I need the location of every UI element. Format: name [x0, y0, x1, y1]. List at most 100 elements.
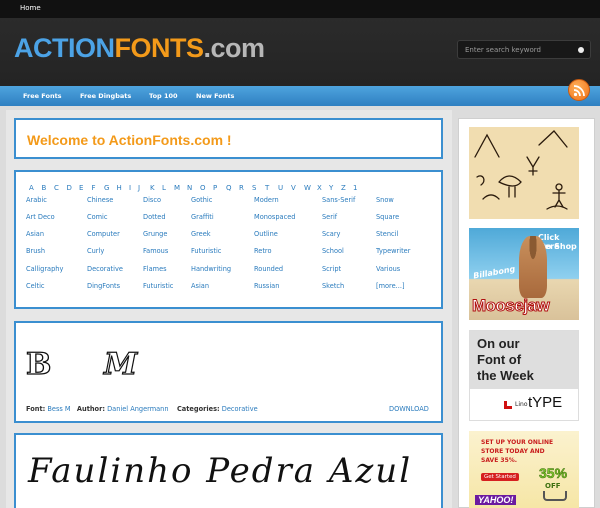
category-link[interactable]: Decorative — [87, 265, 123, 273]
category-link[interactable]: Monospaced — [254, 213, 295, 221]
font-preview-image[interactable]: Faulinho Pedra Azul — [28, 449, 438, 493]
letter-link[interactable]: Z — [341, 184, 346, 192]
category-link[interactable]: Outline — [254, 230, 278, 238]
category-link[interactable]: Grunge — [143, 230, 167, 238]
letter-link[interactable]: B — [42, 184, 47, 192]
category-link[interactable]: Arabic — [26, 196, 47, 204]
letter-link[interactable]: N — [187, 184, 192, 192]
category-link[interactable]: Typewriter — [376, 247, 410, 255]
author-link[interactable]: Daniel Angermann — [107, 405, 168, 413]
letter-link[interactable]: X — [317, 184, 322, 192]
category-link[interactable]: Russian — [254, 282, 279, 290]
category-link[interactable]: Square — [376, 213, 399, 221]
site-logo[interactable]: ACTIONFONTS.com — [14, 31, 265, 65]
category-link[interactable]: Script — [322, 265, 341, 273]
category-link-more[interactable]: [more...] — [376, 282, 405, 290]
ad-discount-badge: 35% — [539, 465, 568, 482]
category-link[interactable]: Celtic — [26, 282, 45, 290]
category-link[interactable]: Famous — [143, 247, 168, 255]
nav-new-fonts[interactable]: New Fonts — [196, 92, 234, 100]
category-link[interactable]: Curly — [87, 247, 104, 255]
ad-line2: STORE TODAY AND — [481, 448, 545, 455]
ad-get-started-button: Get Started — [481, 473, 519, 481]
ad-brand-prefix: Lino — [515, 401, 528, 408]
letter-link[interactable]: S — [252, 184, 256, 192]
letter-link[interactable]: Y — [329, 184, 333, 192]
cave-art-ad[interactable] — [469, 127, 579, 219]
category-link[interactable]: Scary — [322, 230, 340, 238]
font-of-the-week-ad[interactable]: On our Font of the Week Lino tYPE — [469, 330, 579, 421]
letter-link[interactable]: K — [150, 184, 155, 192]
letter-link[interactable]: T — [265, 184, 269, 192]
letter-link[interactable]: W — [304, 184, 311, 192]
ad-discount-sub: OFF — [545, 482, 561, 490]
category-link[interactable]: Rounded — [254, 265, 283, 273]
yahoo-store-ad[interactable]: SET UP YOUR ONLINE STORE TODAY AND SAVE … — [469, 431, 579, 508]
category-link[interactable]: Various — [376, 265, 400, 273]
category-link[interactable]: Futuristic — [191, 247, 221, 255]
letter-link[interactable]: M — [174, 184, 180, 192]
letter-link[interactable]: Q — [226, 184, 232, 192]
category-link[interactable]: Computer — [87, 230, 120, 238]
ad-store-moosejaw: Moosejaw — [471, 296, 550, 316]
category-link[interactable]: Art Deco — [26, 213, 55, 221]
letter-link[interactable]: G — [104, 184, 109, 192]
font-preview-card: B M Font: Bess M Author: Daniel Angerman… — [14, 321, 443, 423]
category-link[interactable]: Stencil — [376, 230, 398, 238]
category-link[interactable]: Dotted — [143, 213, 166, 221]
font-preview-image[interactable]: B M — [25, 345, 166, 385]
cave-painting-image — [474, 130, 568, 210]
rss-icon[interactable] — [568, 79, 590, 101]
welcome-title: Welcome to ActionFonts.com ! — [27, 132, 232, 148]
letter-link[interactable]: I — [129, 184, 131, 192]
category-link[interactable]: Chinese — [87, 196, 113, 204]
category-link[interactable]: Comic — [87, 213, 108, 221]
letter-link[interactable]: U — [278, 184, 283, 192]
category-link[interactable]: Retro — [254, 247, 272, 255]
search-input[interactable] — [458, 41, 570, 58]
category-link[interactable]: Brush — [26, 247, 45, 255]
nav-top-100[interactable]: Top 100 — [149, 92, 178, 100]
letter-link[interactable]: O — [200, 184, 206, 192]
letter-link[interactable]: C — [54, 184, 59, 192]
letter-link[interactable]: A — [29, 184, 34, 192]
letter-link[interactable]: R — [239, 184, 244, 192]
category-link[interactable]: Flames — [143, 265, 167, 273]
category-link[interactable]: Disco — [143, 196, 161, 204]
download-link[interactable]: DOWNLOAD — [389, 405, 429, 413]
category-link[interactable]: Serif — [322, 213, 337, 221]
moosejaw-ad[interactable]: Billabong Click Here to Shop Moosejaw — [469, 228, 579, 320]
category-link[interactable]: Futuristic — [143, 282, 173, 290]
category-link[interactable]: Greek — [191, 230, 211, 238]
letter-link[interactable]: P — [213, 184, 217, 192]
category-link[interactable]: DingFonts — [87, 282, 120, 290]
home-link[interactable]: Home — [20, 4, 41, 12]
letter-link[interactable]: E — [79, 184, 83, 192]
ad-line1: SET UP YOUR ONLINE — [481, 439, 554, 446]
category-link[interactable]: Asian — [191, 282, 209, 290]
letter-link[interactable]: J — [138, 184, 140, 192]
search-icon[interactable] — [578, 47, 584, 53]
letter-link[interactable]: F — [92, 184, 96, 192]
category-link[interactable]: Snow — [376, 196, 394, 204]
category-link[interactable]: Calligraphy — [26, 265, 63, 273]
category-link[interactable]: Sketch — [322, 282, 344, 290]
letter-link[interactable]: V — [291, 184, 296, 192]
category-link[interactable]: Modern — [254, 196, 279, 204]
category-link[interactable]: Decorative — [222, 405, 258, 413]
nav-free-fonts[interactable]: Free Fonts — [23, 92, 62, 100]
font-name-link[interactable]: Bess M — [47, 405, 70, 413]
nav-free-dingbats[interactable]: Free Dingbats — [80, 92, 131, 100]
letter-link[interactable]: D — [67, 184, 72, 192]
category-link[interactable]: Graffiti — [191, 213, 214, 221]
ad-line3: SAVE 35%. — [481, 457, 518, 464]
category-link[interactable]: Sans-Serif — [322, 196, 355, 204]
letter-link[interactable]: H — [117, 184, 122, 192]
letter-link[interactable]: L — [162, 184, 166, 192]
category-link[interactable]: Gothic — [191, 196, 212, 204]
category-link[interactable]: School — [322, 247, 344, 255]
letter-link[interactable]: 1 — [353, 184, 357, 192]
category-link[interactable]: Handwriting — [191, 265, 231, 273]
logo-part-com: .com — [203, 33, 266, 63]
category-link[interactable]: Asian — [26, 230, 44, 238]
